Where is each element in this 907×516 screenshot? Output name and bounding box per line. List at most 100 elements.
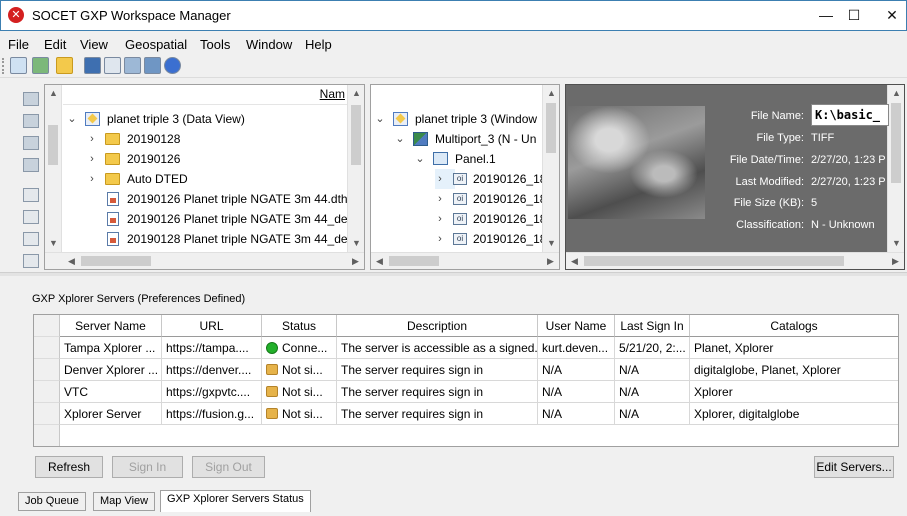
info-horizontal-scrollbar[interactable]: ◀ ▶ [566, 252, 904, 269]
cell-server-name[interactable]: Xplorer Server [60, 403, 162, 425]
edit-servers-button[interactable]: Edit Servers... [814, 456, 894, 478]
cell-last-sign-in[interactable]: N/A [615, 381, 690, 403]
chevron-right-icon[interactable]: › [435, 189, 445, 209]
scroll-down-arrow[interactable]: ▼ [888, 235, 905, 252]
chevron-right-icon[interactable]: › [435, 209, 445, 229]
help-icon[interactable] [164, 57, 181, 74]
cell-url[interactable]: https://denver.... [162, 359, 262, 381]
column-header-description[interactable]: Description [337, 315, 538, 337]
column-header[interactable]: Nam [63, 85, 347, 105]
filter-icon[interactable] [23, 92, 39, 106]
sort-up-icon[interactable] [23, 188, 39, 202]
scroll-left-arrow[interactable]: ◀ [566, 253, 583, 270]
toolbar-grip[interactable] [2, 58, 5, 74]
chevron-down-icon[interactable]: ⌄ [415, 149, 425, 169]
scroll-up-arrow[interactable]: ▲ [45, 85, 62, 102]
cell-catalogs[interactable]: Planet, Xplorer [690, 337, 898, 359]
menu-file[interactable]: File [8, 37, 29, 52]
cell-user-name[interactable]: N/A [538, 359, 615, 381]
cell-description[interactable]: The server requires sign in [337, 403, 538, 425]
scroll-left-arrow[interactable]: ◀ [63, 253, 80, 270]
data-view-pane[interactable]: ▲ ▼ Nam ⌄ planet triple 3 (Data View) › … [44, 84, 365, 270]
cell-status[interactable]: Not si... [262, 359, 337, 381]
scroll-thumb[interactable] [48, 125, 58, 165]
refresh-button[interactable]: Refresh [35, 456, 103, 478]
image-workspace-icon[interactable] [32, 57, 49, 74]
scroll-thumb[interactable] [584, 256, 844, 266]
row-header[interactable] [34, 359, 60, 381]
column-header-user-name[interactable]: User Name [538, 315, 615, 337]
chevron-right-icon[interactable]: › [435, 169, 445, 189]
window-view-horizontal-scrollbar[interactable]: ◀ ▶ [371, 252, 559, 269]
cell-status[interactable]: Not si... [262, 403, 337, 425]
cell-user-name[interactable]: N/A [538, 403, 615, 425]
scroll-right-arrow[interactable]: ▶ [542, 253, 559, 270]
chevron-right-icon[interactable]: › [87, 169, 97, 189]
cell-catalogs[interactable]: digitalglobe, Planet, Xplorer [690, 359, 898, 381]
window-view-vertical-scrollbar[interactable]: ▲ ▼ [542, 85, 559, 252]
open-folder-icon[interactable] [56, 57, 73, 74]
cell-user-name[interactable]: kurt.deven... [538, 337, 615, 359]
row-header[interactable] [34, 337, 60, 359]
scroll-down-arrow[interactable]: ▼ [45, 235, 62, 252]
scroll-thumb[interactable] [546, 103, 556, 153]
chevron-down-icon[interactable]: ⌄ [67, 109, 77, 129]
grid-icon[interactable] [23, 158, 39, 172]
column-header-server-name[interactable]: Server Name [60, 315, 162, 337]
file-name-field[interactable]: K:\basic_ [811, 104, 889, 126]
servers-table[interactable]: Server Name URL Status Description User … [33, 314, 899, 447]
cell-server-name[interactable]: Tampa Xplorer ... [60, 337, 162, 359]
cell-last-sign-in[interactable]: 5/21/20, 2:... [615, 337, 690, 359]
column-header-url[interactable]: URL [162, 315, 262, 337]
tab-gxp-xplorer-servers-status[interactable]: GXP Xplorer Servers Status [160, 490, 311, 512]
tree-item-image[interactable]: › oi 20190126_18 [435, 169, 542, 189]
data-view-vertical-scrollbar[interactable]: ▲ ▼ [347, 85, 364, 252]
chevron-right-icon[interactable]: › [87, 149, 97, 169]
properties-icon[interactable] [124, 57, 141, 74]
scroll-up-arrow[interactable]: ▲ [348, 85, 365, 102]
menu-edit[interactable]: Edit [44, 37, 66, 52]
column-header-last-sign-in[interactable]: Last Sign In [615, 315, 690, 337]
cell-catalogs[interactable]: Xplorer, digitalglobe [690, 403, 898, 425]
cell-last-sign-in[interactable]: N/A [615, 359, 690, 381]
row-header[interactable] [34, 381, 60, 403]
cell-url[interactable]: https://tampa.... [162, 337, 262, 359]
data-view-left-scrollbar[interactable]: ▲ ▼ [45, 85, 62, 252]
chevron-down-icon[interactable]: ⌄ [395, 129, 405, 149]
chevron-right-icon[interactable]: › [87, 129, 97, 149]
close-button[interactable]: ✕ [869, 0, 907, 30]
scroll-right-arrow[interactable]: ▶ [347, 253, 364, 270]
chevron-right-icon[interactable]: › [435, 229, 445, 249]
scroll-thumb[interactable] [389, 256, 439, 266]
cell-url[interactable]: https://gxpvtc.... [162, 381, 262, 403]
arrow-up-icon[interactable] [23, 210, 39, 224]
pane-splitter[interactable] [0, 272, 907, 276]
scroll-thumb[interactable] [351, 105, 361, 165]
scroll-down-arrow[interactable]: ▼ [348, 235, 365, 252]
row-header[interactable] [34, 403, 60, 425]
copy-icon[interactable] [104, 57, 121, 74]
info-vertical-scrollbar[interactable]: ▲ ▼ [887, 85, 904, 252]
window-view-pane[interactable]: ⌄ planet triple 3 (Window ⌄ Multiport_3 … [370, 84, 560, 270]
cell-server-name[interactable]: Denver Xplorer ... [60, 359, 162, 381]
scroll-thumb[interactable] [81, 256, 151, 266]
cell-last-sign-in[interactable]: N/A [615, 403, 690, 425]
cell-description[interactable]: The server requires sign in [337, 359, 538, 381]
scroll-thumb[interactable] [891, 103, 901, 183]
menu-tools[interactable]: Tools [200, 37, 230, 52]
tab-job-queue[interactable]: Job Queue [18, 492, 86, 511]
layers-icon[interactable] [144, 57, 161, 74]
menu-window[interactable]: Window [246, 37, 292, 52]
sort-down-icon[interactable] [23, 254, 39, 268]
scroll-down-arrow[interactable]: ▼ [543, 235, 560, 252]
chevron-down-icon[interactable]: ⌄ [375, 109, 385, 129]
new-workspace-icon[interactable] [10, 57, 27, 74]
scroll-up-arrow[interactable]: ▲ [888, 85, 905, 102]
list-icon[interactable] [23, 114, 39, 128]
scroll-up-arrow[interactable]: ▲ [543, 85, 560, 102]
sign-out-button[interactable]: Sign Out [192, 456, 265, 478]
tab-map-view[interactable]: Map View [93, 492, 156, 511]
cell-status[interactable]: Not si... [262, 381, 337, 403]
cell-status[interactable]: Conne... [262, 337, 337, 359]
details-icon[interactable] [23, 136, 39, 150]
